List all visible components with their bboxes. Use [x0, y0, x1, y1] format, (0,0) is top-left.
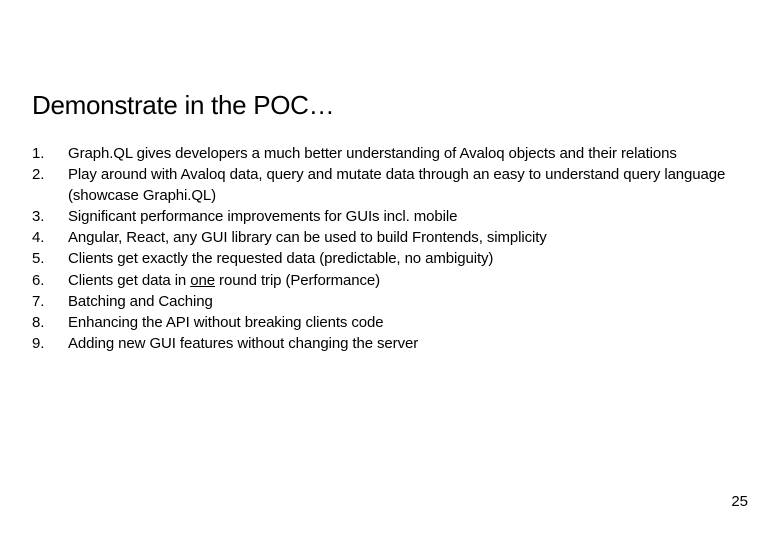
list-item: Batching and Caching [32, 292, 740, 312]
slide: Demonstrate in the POC… Graph.QL gives d… [0, 0, 780, 540]
list-item: Clients get data in one round trip (Perf… [32, 271, 740, 291]
slide-title: Demonstrate in the POC… [32, 90, 334, 121]
list-item-text: Clients get data in [68, 272, 190, 289]
list-item: Graph.QL gives developers a much better … [32, 144, 740, 164]
list-item: Significant performance improvements for… [32, 207, 740, 227]
page-number: 25 [731, 493, 748, 510]
underlined-text: one [190, 272, 215, 289]
list-item: Clients get exactly the requested data (… [32, 249, 740, 269]
list-item: Adding new GUI features without changing… [32, 334, 740, 354]
list-item: Enhancing the API without breaking clien… [32, 313, 740, 333]
list-item-text: round trip (Performance) [215, 272, 380, 289]
ordered-list: Graph.QL gives developers a much better … [32, 144, 740, 355]
list-container: Graph.QL gives developers a much better … [32, 144, 740, 356]
list-item: Play around with Avaloq data, query and … [32, 165, 740, 206]
list-item: Angular, React, any GUI library can be u… [32, 228, 740, 248]
